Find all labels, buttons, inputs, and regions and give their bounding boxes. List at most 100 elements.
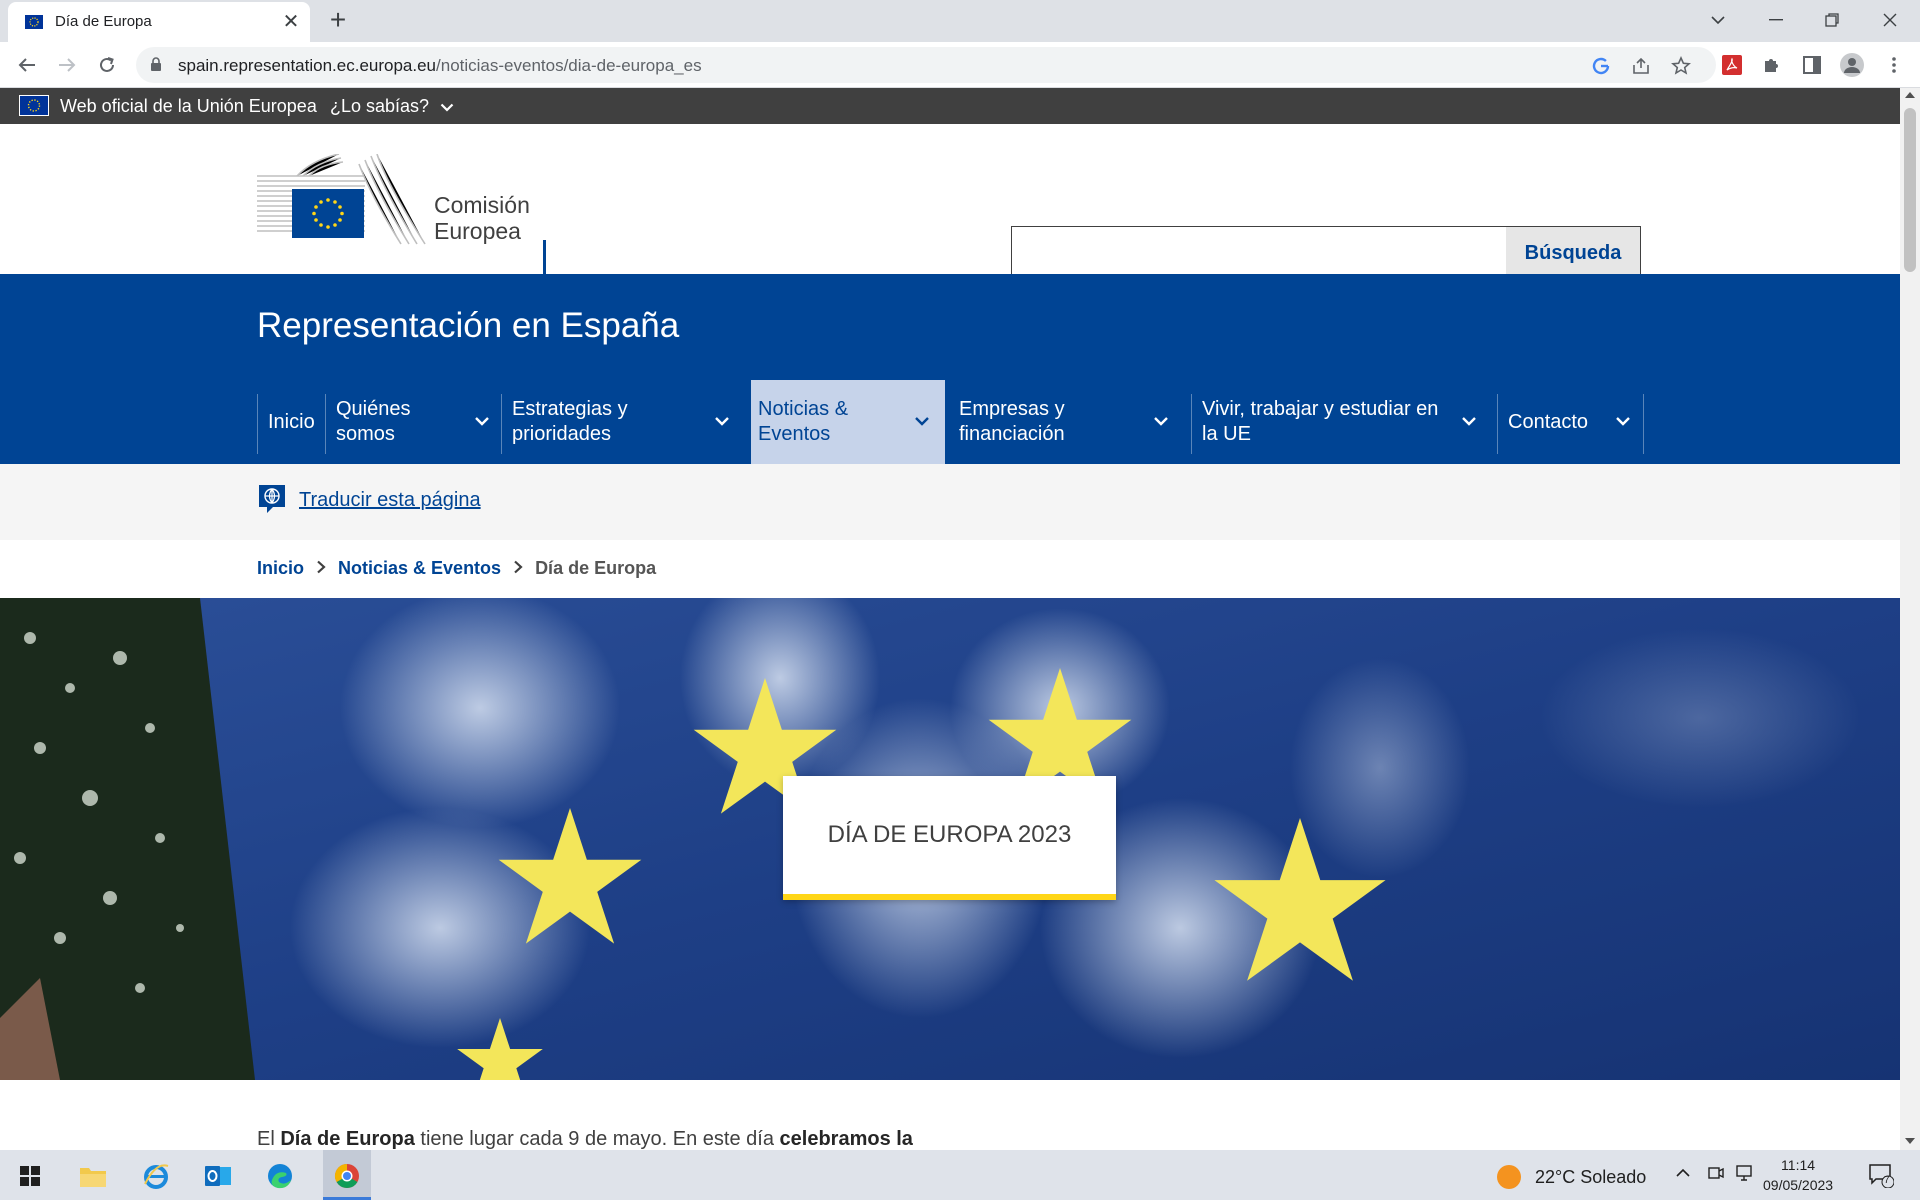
- windows-taskbar: 22°C Soleado 11:14 09/05/2023 7: [0, 1150, 1920, 1200]
- sun-icon: [1497, 1165, 1521, 1189]
- lo-sabias-dropdown[interactable]: ¿Lo sabías?: [330, 96, 454, 117]
- eu-global-bar: Web oficial de la Unión Europea ¿Lo sabí…: [0, 88, 1900, 124]
- menu-item-label: Noticias & Eventos: [758, 398, 849, 445]
- breadcrumb-home[interactable]: Inicio: [257, 558, 304, 579]
- chevron-down-icon: [715, 417, 729, 426]
- google-translate-icon[interactable]: [1590, 55, 1612, 77]
- official-eu-site-text[interactable]: Web oficial de la Unión Europea: [60, 96, 317, 117]
- lo-sabias-label: ¿Lo sabías?: [330, 96, 430, 116]
- meet-now-icon[interactable]: [1708, 1164, 1724, 1187]
- main-menu: Inicio Quiénes somos Estrategias y priorid…: [257, 380, 1644, 464]
- translate-bar: Traducir esta página: [0, 464, 1900, 540]
- outlook-icon[interactable]: [198, 1156, 238, 1196]
- lock-icon: [151, 57, 161, 71]
- browser-menu-icon[interactable]: [1882, 53, 1906, 77]
- translate-globe-icon: [259, 485, 285, 513]
- scroll-down-arrow-icon[interactable]: [1905, 1138, 1915, 1144]
- edge-icon[interactable]: [260, 1156, 300, 1196]
- tab-close-icon[interactable]: ✕: [280, 11, 302, 33]
- profile-avatar-icon[interactable]: [1840, 53, 1864, 77]
- url-path: /noticias-eventos/dia-de-europa_es: [436, 56, 702, 75]
- chevron-right-icon: [316, 558, 326, 579]
- breadcrumb-current: Día de Europa: [535, 558, 657, 578]
- menu-separator: [325, 394, 326, 454]
- menu-item-estrategias[interactable]: Estrategias y prioridades: [501, 380, 751, 464]
- menu-item-empresas[interactable]: Empresas y financiación: [945, 380, 1191, 464]
- new-tab-icon[interactable]: +: [324, 6, 352, 35]
- minimize-icon[interactable]: [1748, 0, 1804, 40]
- translate-page-link[interactable]: Traducir esta página: [299, 489, 481, 512]
- search-input[interactable]: [1011, 226, 1507, 280]
- hero-banner: DÍA DE EUROPA 2023: [0, 598, 1900, 1080]
- chrome-icon[interactable]: [327, 1156, 367, 1196]
- search-button[interactable]: Búsqueda: [1506, 226, 1641, 280]
- windows-start-icon[interactable]: [10, 1156, 50, 1196]
- scroll-up-arrow-icon[interactable]: [1905, 92, 1915, 98]
- internet-explorer-icon[interactable]: [136, 1156, 176, 1196]
- system-clock[interactable]: 11:14 09/05/2023: [1763, 1155, 1833, 1195]
- menu-item-label: Contacto: [1508, 410, 1589, 433]
- menu-item-label: Vivir, trabajar y estudiar en la UE: [1202, 398, 1439, 445]
- menu-item-quienes-somos[interactable]: Quiénes somos: [325, 380, 501, 464]
- intro-paragraph: El Día de Europa tiene lugar cada 9 de m…: [257, 1128, 913, 1150]
- site-title[interactable]: Representación en España: [257, 306, 679, 346]
- browser-toolbar: spain.representation.ec.europa.eu/notici…: [0, 42, 1920, 88]
- breadcrumb-section[interactable]: Noticias & Eventos: [338, 558, 501, 579]
- hero-title-card: DÍA DE EUROPA 2023: [783, 776, 1116, 900]
- chevron-down-icon: [1154, 417, 1168, 426]
- chevron-down-icon: [440, 103, 454, 112]
- notification-center-icon[interactable]: 7: [1868, 1162, 1895, 1189]
- menu-item-noticias-eventos[interactable]: Noticias & Eventos: [751, 380, 945, 464]
- side-panel-icon[interactable]: [1800, 53, 1824, 77]
- bookmark-star-icon[interactable]: [1670, 55, 1692, 77]
- chevron-down-icon: [475, 417, 489, 426]
- menu-item-label: Estrategias y prioridades: [512, 398, 628, 445]
- browser-tab-strip: Día de Europa ✕ +: [0, 0, 1920, 42]
- restore-icon[interactable]: [1804, 0, 1860, 40]
- forward-icon[interactable]: [53, 51, 81, 79]
- page-viewport: Web oficial de la Unión Europea ¿Lo sabí…: [0, 88, 1900, 1150]
- menu-separator: [501, 394, 502, 454]
- logo-line-2: Europea: [434, 218, 521, 244]
- chevron-down-icon: [915, 417, 929, 426]
- logo-wordmark: Comisión Europea: [434, 192, 530, 244]
- back-icon[interactable]: [13, 51, 41, 79]
- address-bar[interactable]: spain.representation.ec.europa.eu/notici…: [136, 47, 1716, 83]
- file-explorer-icon[interactable]: [73, 1156, 113, 1196]
- chevron-right-icon: [513, 558, 523, 579]
- menu-item-label: Inicio: [268, 410, 315, 433]
- menu-item-inicio[interactable]: Inicio: [257, 380, 325, 464]
- site-header: Comisión Europea Búsqueda: [0, 124, 1900, 280]
- share-icon[interactable]: [1630, 55, 1652, 77]
- scrollbar-thumb[interactable]: [1904, 108, 1916, 272]
- tab-title: Día de Europa: [55, 13, 152, 30]
- menu-item-vivir-trabajar[interactable]: Vivir, trabajar y estudiar en la UE: [1191, 380, 1497, 464]
- menu-item-contacto[interactable]: Contacto: [1497, 380, 1643, 464]
- extensions-puzzle-icon[interactable]: [1760, 53, 1784, 77]
- network-icon[interactable]: [1736, 1164, 1756, 1187]
- url-text: spain.representation.ec.europa.eu/notici…: [178, 56, 702, 76]
- url-host: spain.representation.ec.europa.eu: [178, 56, 437, 75]
- menu-separator: [1191, 394, 1192, 454]
- menu-separator: [257, 394, 258, 454]
- clock-date: 09/05/2023: [1763, 1177, 1834, 1193]
- close-window-icon[interactable]: [1862, 0, 1918, 40]
- intro-bold-dia-de-europa: Día de Europa: [280, 1128, 415, 1150]
- eu-flag-icon: [19, 95, 49, 116]
- weather-widget[interactable]: 22°C Soleado: [1497, 1165, 1646, 1189]
- chevron-down-icon: [1616, 417, 1630, 426]
- reload-icon[interactable]: [93, 51, 121, 79]
- browser-tab[interactable]: Día de Europa ✕: [8, 2, 310, 42]
- notification-count: 7: [1884, 1175, 1890, 1186]
- menu-separator: [1497, 394, 1498, 454]
- weather-text: 22°C Soleado: [1535, 1166, 1647, 1187]
- breadcrumb: Inicio Noticias & Eventos Día de Europa: [257, 558, 656, 579]
- page-scrollbar[interactable]: [1900, 88, 1920, 1150]
- tray-chevron-up-icon[interactable]: [1676, 1164, 1690, 1182]
- tab-search-icon[interactable]: [1690, 0, 1746, 40]
- intro-bold-celebramos: celebramos la: [779, 1128, 913, 1150]
- menu-item-label: Empresas y financiación: [959, 398, 1065, 445]
- pdf-extension-icon[interactable]: [1720, 53, 1744, 77]
- menu-separator: [1643, 394, 1644, 454]
- menu-item-label: Quiénes somos: [336, 398, 411, 445]
